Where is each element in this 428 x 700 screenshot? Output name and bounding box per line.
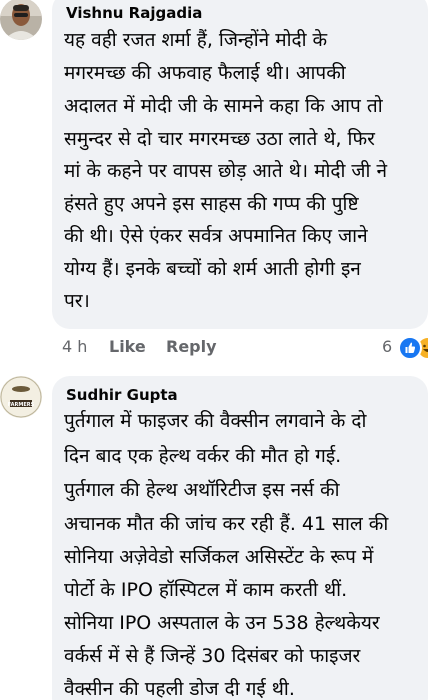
comment-text-line: अचानक मौत की जांच कर रही हैं. 41 साल की [64,513,389,535]
comment-text-line: मगरमच्छ की अफवाह फैलाई थी। आपकी [64,62,346,84]
comment-text-line: योग्य हैं। इनके बच्चों को शर्म आती होगी … [64,258,361,280]
comment-author-name[interactable]: Sudhir Gupta [66,386,178,404]
avatar[interactable]: FARMERS [0,376,42,418]
comment-text-line: पर। [64,290,90,312]
comment-text-line: की थी। ऐसे एंकर सर्वत्र अपमानित किए जाने [64,225,368,247]
comment-text-line: हंसते हुए अपने इस साहस की गप्प की पुष्टि [64,193,359,215]
like-button[interactable]: Like [109,337,146,356]
avatar[interactable] [0,0,42,40]
svg-text:FARMERS: FARMERS [8,402,35,408]
comment-text-line: समुन्दर से दो चार मगरमच्छ उठा लाते थे, फ… [64,128,375,150]
comment-text-line: यह वही रजत शर्मा हैं, जिन्होंने मोदी के [64,29,328,51]
reply-button[interactable]: Reply [166,337,217,356]
comment-text-line: वर्कर्स में से हैं जिन्हें 30 दिसंबर को … [64,645,361,667]
profile-photo-icon [0,0,42,40]
comment-text-line: पोर्टो के IPO हॉस्पिटल में काम करती थीं. [64,579,348,601]
comment-text-line: वैक्सीन की पहली डोज दी गई थी. [64,678,295,700]
comment-bubble: Sudhir Gupta पुर्तगाल में फाइजर की वैक्स… [52,376,428,700]
comment-text-line: दिन बाद एक हेल्थ वर्कर की मौत हो गई. [64,445,342,467]
comment-author-name[interactable]: Vishnu Rajgadia [66,4,202,22]
comment-text-line: सोनिया IPO अस्पताल के उन 538 हेल्थकेयर [64,612,380,634]
profile-photo-icon: FARMERS [0,376,42,418]
comment-thread: Vishnu Rajgadia यह वही रजत शर्मा हैं, जि… [0,0,428,700]
comment-text-line: पुर्तगाल की हेल्थ अथॉरिटीज इस नर्स की [64,479,340,501]
comment-timestamp[interactable]: 4 h [62,337,87,356]
comment-text-line: अदालत में मोदी जी के सामने कहा कि आप तो [64,95,383,117]
comment-bubble: Vishnu Rajgadia यह वही रजत शर्मा हैं, जि… [52,0,428,329]
comment-text-line: पुर्तगाल में फाइजर की वैक्सीन लगवाने के … [64,410,367,432]
reaction-count[interactable]: 6 [382,337,392,356]
comment-text-line: मां के कहने पर वापस छोड़ आते थे। मोदी जी… [64,160,388,182]
like-icon [398,336,422,360]
comment-text-line: सोनिया अज़ेवेडो सर्जिकल असिस्टेंट के रूप… [64,546,374,568]
